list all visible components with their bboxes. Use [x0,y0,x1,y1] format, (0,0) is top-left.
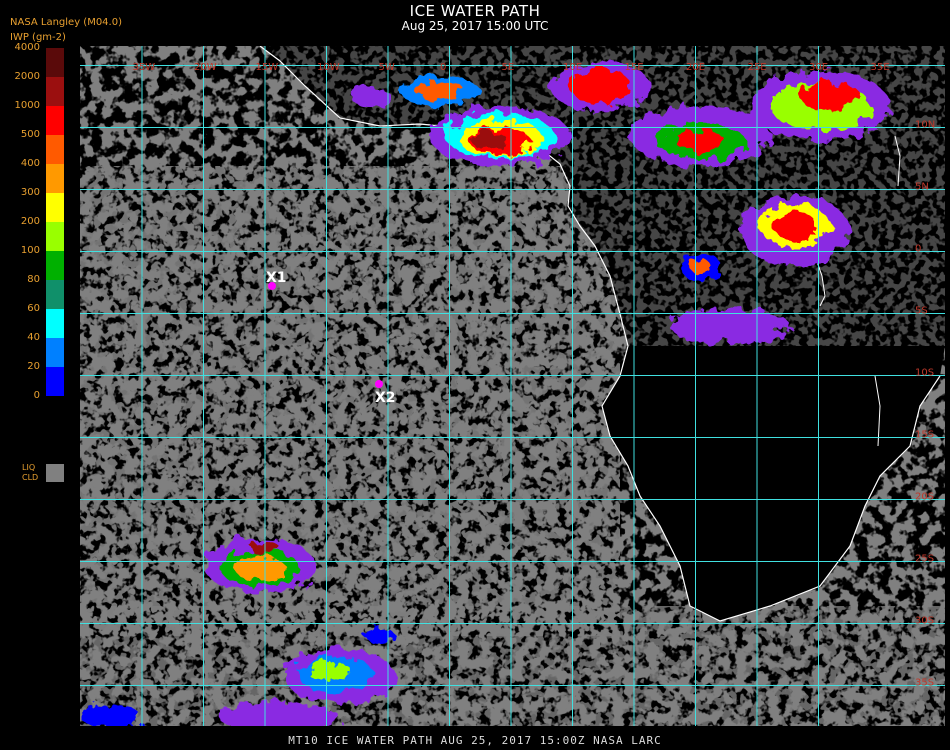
site-marker-dot [375,380,383,388]
legend-color-swatch [46,309,64,338]
legend-level-label: 80 [27,274,40,285]
site-marker-label: X2 [375,390,396,406]
longitude-label: 20W [194,62,217,73]
site-marker-label: X1 [266,270,287,286]
legend-level-label: 2000 [14,71,40,82]
legend-level-label: 400 [20,158,40,169]
longitude-label: 10E [563,62,582,73]
liquid-cloud-label-1: LIQ [22,463,36,472]
satellite-map: 35W 20W 15W 10W 5W 0 5E 10E 15E 20E 25E 30E 35E 10N 5N… [80,46,945,726]
liquid-cloud-label-2: CLD [22,473,39,482]
latitude-label: 35S [915,678,934,689]
legend-level-label: 100 [20,245,40,256]
latitude-label: 25S [915,554,934,565]
latitude-label: 10N [915,120,935,131]
map-title: ICE WATER PATH [409,2,541,20]
legend-color-swatch [46,164,64,193]
latitude-label: 0 [915,244,921,255]
longitude-label: 30E [809,62,828,73]
legend-color-swatch [46,106,64,135]
legend-color-swatch [46,222,64,251]
legend-level-label: 4000 [14,42,40,53]
legend-level-label: 60 [27,303,40,314]
latitude-label: 5N [915,182,929,193]
longitude-label: 35E [871,62,890,73]
legend-color-swatch [46,280,64,309]
legend-color-swatch [46,338,64,367]
longitude-label: 0 [440,62,446,73]
longitude-label: 20E [686,62,705,73]
latitude-label: 10S [915,368,934,379]
legend-level-label: 1000 [14,100,40,111]
source-label: NASA Langley (M04.0) [10,17,122,28]
latitude-label: 15S [915,430,934,441]
liquid-cloud-swatch [46,464,64,482]
latitude-label: 5S [915,306,928,317]
legend-color-swatch [46,251,64,280]
longitude-label: 25E [748,62,767,73]
legend-level-label: 0 [33,390,40,401]
longitude-label: 10W [317,62,340,73]
latitude-label: 20S [915,492,934,503]
legend-color-swatch [46,367,64,396]
legend-color-swatch [46,135,64,164]
legend-level-label: 300 [20,187,40,198]
legend-level-label: 500 [20,129,40,140]
color-legend: 4000 2000 1000 500 400 300 200 100 80 60 40 20 0 LIQ… [0,42,80,482]
latitude-label: 30S [915,616,934,627]
longitude-label: 5E [502,62,515,73]
footer-caption: MT10 ICE WATER PATH AUG 25, 2017 15:00Z … [288,734,662,747]
longitude-label: 15E [625,62,644,73]
longitude-label: 5W [379,62,395,73]
longitude-label: 15W [256,62,279,73]
longitude-label: 35W [133,62,156,73]
legend-level-label: 20 [27,361,40,372]
legend-color-swatch [46,77,64,106]
legend-color-swatch [46,193,64,222]
map-subtitle: Aug 25, 2017 15:00 UTC [401,19,549,33]
legend-level-label: 40 [27,332,40,343]
legend-level-label: 200 [20,216,40,227]
legend-color-swatch [46,48,64,77]
